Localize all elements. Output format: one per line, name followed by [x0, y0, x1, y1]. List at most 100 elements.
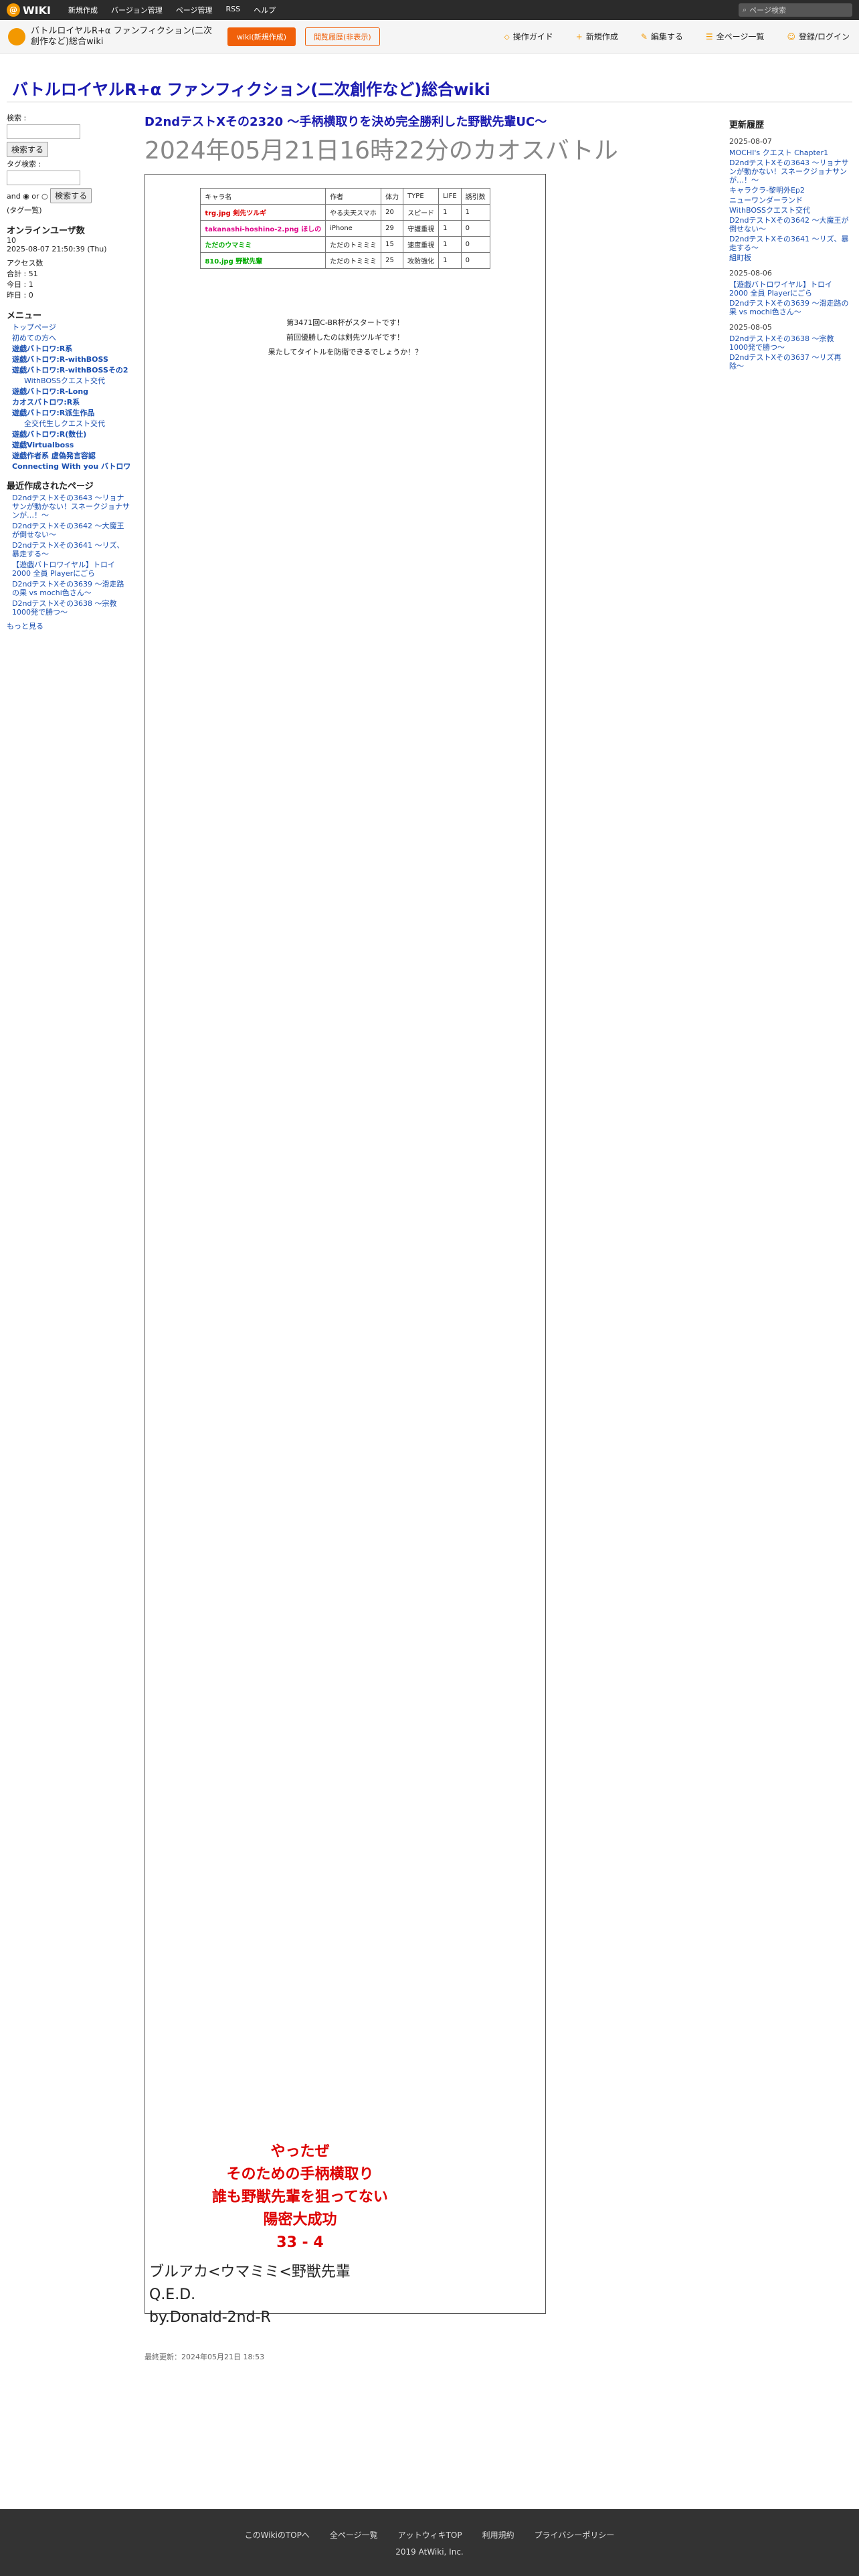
- main-content: D2ndテストXその2320 〜手柄横取りを決め完全勝利した野獣先輩UC〜 20…: [145, 112, 717, 2362]
- recent-item[interactable]: D2ndテストXその3642 〜大魔王が倒せない〜: [12, 522, 131, 539]
- atwiki-logo[interactable]: @ WIKI: [7, 3, 51, 17]
- menu-item[interactable]: 遊戯バトロワ:R系: [12, 344, 131, 353]
- menu-list: トップページ 初めての方へ 遊戯バトロワ:R系 遊戯バトロワ:R-withBOS…: [12, 323, 131, 471]
- history-date: 2025-08-07: [729, 137, 772, 146]
- footer-links: このWikiのTOPへ 全ページ一覧 アットウィキTOP 利用規約 プライバシー…: [245, 2529, 615, 2541]
- sub-bar: バトルロイヤルR+α ファンフィクション(二次創作など)総合wiki wiki(…: [0, 20, 859, 53]
- menu-item[interactable]: 遊戯バトロワ:R-Long: [12, 387, 131, 396]
- sidebar-search-input[interactable]: [7, 124, 80, 139]
- history-date: 2025-08-06: [729, 269, 772, 278]
- wiki-icon: [8, 27, 25, 45]
- login-action[interactable]: ☺ 登録/ログイン: [787, 31, 850, 42]
- footer-link[interactable]: 利用規約: [482, 2529, 514, 2541]
- menu-item[interactable]: 全交代生しクエスト交代: [24, 419, 131, 428]
- online-title: オンラインユーザ数: [7, 226, 85, 236]
- footer-link[interactable]: プライバシーポリシー: [535, 2529, 615, 2541]
- footer-link[interactable]: このWikiのTOPへ: [245, 2529, 310, 2541]
- recent-list: D2ndテストXその3643 〜リョナサンが動かない！スネークジョナサンが…！〜…: [12, 494, 131, 617]
- history-item[interactable]: D2ndテストXその3643 〜リョナサンが動かない！スネークジョナサンが…！〜: [729, 158, 850, 185]
- history-item[interactable]: 組町板: [729, 253, 850, 262]
- conclusion: ブルアカ<ウマミミ<野獣先輩 Q.E.D. by.Donald-2nd-R: [149, 2264, 351, 2326]
- table-row: takanashi-hoshino-2.png ほしの iPhone 29 守護重視 1…: [200, 220, 490, 237]
- access-title: アクセス数: [7, 259, 43, 267]
- menu-item[interactable]: 遊戯作者系 虚偽発言容認: [12, 451, 131, 460]
- history-title: 更新履歴: [729, 120, 765, 130]
- table-row: trg.jpg 剣先ツルギ やる夫天スマホ 20 スピード 1 1: [200, 204, 490, 221]
- recent-item[interactable]: D2ndテストXその3639 〜滑走路の果 vs mochi色さん〜: [12, 580, 131, 597]
- site-title[interactable]: バトルロイヤルR+α ファンフィクション(二次創作など)総合wiki: [12, 76, 490, 100]
- recent-item[interactable]: D2ndテストXその3638 〜宗教1000発で勝つ〜: [12, 599, 131, 617]
- tag-search-input[interactable]: [7, 171, 80, 185]
- menu-title: メニュー: [7, 311, 42, 321]
- history-item[interactable]: D2ndテストXその3639 〜滑走路の果 vs mochi色さん〜: [729, 299, 850, 316]
- history-item[interactable]: MOCHI's クエスト Chapter1: [729, 148, 850, 157]
- page-footer: このWikiのTOPへ 全ページ一覧 アットウィキTOP 利用規約 プライバシー…: [0, 2509, 859, 2576]
- recent-item[interactable]: D2ndテストXその3643 〜リョナサンが動かない！スネークジョナサンが…！〜: [12, 494, 131, 520]
- guide-icon: ⬦: [504, 32, 510, 41]
- top-bar: @ WIKI 新規作成 バージョン管理 ページ管理 RSS ヘルプ ⌕ ページ検索: [0, 0, 859, 20]
- right-sidebar: 更新履歴 2025-08-07 MOCHI's クエスト Chapter1 D2…: [729, 118, 850, 372]
- menu-item[interactable]: カオスバトロワ:R系: [12, 398, 131, 407]
- menu-item[interactable]: 遊戯バトロワ:R(数仕): [12, 430, 131, 439]
- nav-page[interactable]: ページ管理: [176, 5, 213, 15]
- last-updated: 最終更新：2024年05月21日 18:53: [145, 2353, 265, 2361]
- nav-rss[interactable]: RSS: [226, 5, 241, 15]
- copyright: 2019 AtWiki, Inc.: [395, 2547, 464, 2557]
- page-title: D2ndテストXその2320 〜手柄横取りを決め完全勝利した野獣先輩UC〜: [145, 115, 547, 129]
- recent-item[interactable]: D2ndテストXその3641 〜リズ、暴走する〜: [12, 541, 131, 558]
- table-row: ただのウマミミ ただのトミミミ 15 速度重視 1 0: [200, 236, 490, 253]
- history-item[interactable]: D2ndテストXその3642 〜大魔王が倒せない〜: [729, 216, 850, 233]
- or-label: or: [31, 192, 39, 201]
- history-item[interactable]: 【遊戯バトロワイヤル】トロイ2000 全員 Playerにごら: [729, 280, 850, 298]
- recent-title: 最近作成されたページ: [7, 481, 94, 492]
- logo-icon: @: [7, 3, 20, 17]
- history-item[interactable]: D2ndテストXその3638 〜宗教1000発で勝つ〜: [729, 334, 850, 352]
- character-table: キャラ名 作者 体力 TYPE LIFE 誘引数 trg.jpg 剣先ツルギ やる夫天スマホ…: [200, 188, 490, 269]
- edit-action[interactable]: ✎ 編集する: [641, 31, 683, 42]
- menu-item[interactable]: 遊戯バトロワ:R派生作品: [12, 409, 131, 417]
- guide-action[interactable]: ⬦ 操作ガイド: [504, 31, 553, 42]
- online-time: 2025-08-07 21:50:39 (Thu): [7, 245, 107, 253]
- nav-version[interactable]: バージョン管理: [111, 5, 163, 15]
- wiki-actions: ⬦ 操作ガイド + 新規作成 ✎ 編集する ☰ 全ページ一覧 ☺ 登録/ログイン: [504, 31, 850, 42]
- menu-item[interactable]: 遊戯バトロワ:R-withBOSSその2: [12, 366, 131, 374]
- menu-item[interactable]: WithBOSSクエスト交代: [24, 377, 131, 385]
- new-wiki-button[interactable]: wiki(新規作成): [227, 27, 296, 46]
- history-item[interactable]: キャラクラ-黎明外Ep2: [729, 186, 850, 195]
- all-pages-action[interactable]: ☰ 全ページ一覧: [706, 31, 765, 42]
- battle-intro: 第3471回C-BR杯がスタートです！ 前回優勝したのは剣先ツルギです！ 果たし…: [268, 318, 423, 356]
- tag-label: タグ検索 :: [7, 160, 41, 169]
- left-sidebar: 検索 : 検索する タグ検索 : and ◉ or ○ 検索する (タグ一覧) …: [7, 114, 131, 631]
- wiki-title-link[interactable]: バトルロイヤルR+α ファンフィクション(二次創作など)総合wiki: [31, 26, 218, 47]
- footer-link[interactable]: 全ページ一覧: [330, 2529, 378, 2541]
- sidebar-search-button[interactable]: 検索する: [7, 142, 49, 157]
- recent-item[interactable]: 【遊戯バトロワイヤル】トロイ2000 全員 Playerにごら: [12, 560, 131, 578]
- history-button[interactable]: 閲覧履歴(非表示): [305, 27, 380, 46]
- menu-item[interactable]: Connecting With you バトロワ: [12, 462, 131, 471]
- more-link[interactable]: もっと見る: [7, 621, 131, 631]
- search-icon: ⌕: [743, 5, 747, 14]
- menu-item[interactable]: 初めての方へ: [12, 334, 131, 342]
- victory-text: やったぜ そのための手柄横取り 誰も野獣先輩を狙ってない 陽密大成功 33 - …: [212, 2143, 388, 2251]
- history-item[interactable]: ニューワンダーランド: [729, 196, 850, 205]
- history-date: 2025-08-05: [729, 323, 772, 332]
- tag-list-link[interactable]: (タグ一覧): [7, 205, 131, 215]
- online-count: 10: [7, 236, 16, 245]
- user-icon: ☺: [787, 32, 795, 41]
- history-item[interactable]: D2ndテストXその3637 〜リズ再除〜: [729, 353, 850, 370]
- nav-new[interactable]: 新規作成: [68, 5, 98, 15]
- menu-item[interactable]: トップページ: [12, 323, 131, 332]
- new-page-action[interactable]: + 新規作成: [576, 31, 618, 42]
- plus-icon: +: [575, 32, 583, 41]
- footer-link[interactable]: アットウィキTOP: [398, 2529, 462, 2541]
- access-today: 今日 : 1: [7, 280, 33, 289]
- menu-item[interactable]: 遊戯バトロワ:R-withBOSS: [12, 355, 131, 364]
- history-item[interactable]: D2ndテストXその3641 〜リズ、暴走する〜: [729, 235, 850, 252]
- menu-item[interactable]: 遊戯Virtualboss: [12, 441, 131, 449]
- history-item[interactable]: WithBOSSクエスト交代: [729, 206, 850, 215]
- and-label: and: [7, 192, 21, 201]
- tag-search-button[interactable]: 検索する: [50, 188, 92, 203]
- page-date: 2024年05月21日16時22分のカオスバトル: [145, 137, 618, 165]
- nav-help[interactable]: ヘルプ: [254, 5, 276, 15]
- top-search-input[interactable]: ⌕ ページ検索: [739, 3, 852, 17]
